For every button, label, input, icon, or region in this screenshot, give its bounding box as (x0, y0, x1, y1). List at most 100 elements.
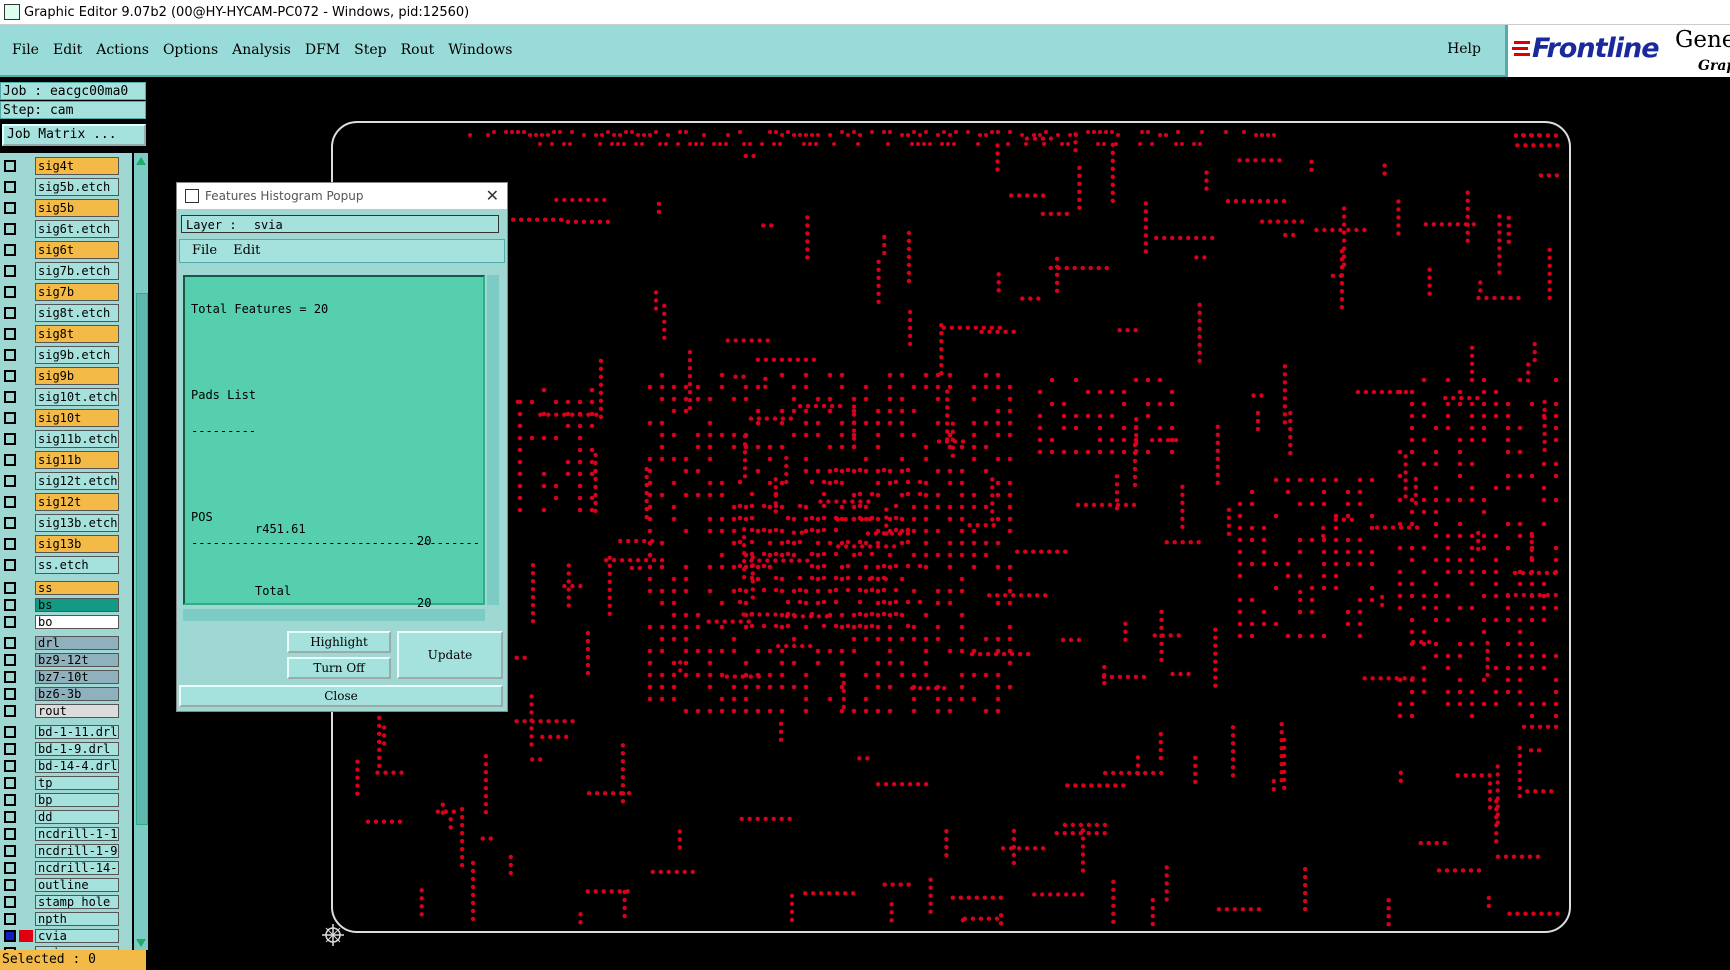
turn-off-button[interactable]: Turn Off (287, 657, 391, 679)
pad (808, 614, 814, 619)
pad (1445, 413, 1451, 419)
pad (950, 895, 955, 900)
pad (1216, 907, 1222, 912)
pad (1545, 592, 1551, 598)
pad (566, 603, 571, 608)
pad (1040, 892, 1045, 897)
pad (1439, 222, 1445, 227)
pad (1459, 395, 1464, 401)
pad (842, 499, 847, 504)
pad (514, 719, 519, 724)
pad (773, 501, 778, 506)
pad (1279, 722, 1284, 727)
pad (773, 485, 778, 490)
pad (989, 325, 994, 330)
pad (1341, 230, 1347, 235)
pad (1529, 547, 1534, 553)
pad (935, 696, 941, 702)
close-icon[interactable]: ✕ (486, 183, 499, 209)
pad (1398, 770, 1404, 775)
pad (677, 829, 682, 834)
pad (570, 583, 575, 589)
pad (1503, 854, 1509, 859)
pad (946, 142, 950, 146)
pad (377, 731, 382, 736)
pad (1297, 501, 1303, 507)
pad (1102, 822, 1108, 828)
pad (1517, 533, 1523, 539)
pad (809, 479, 815, 485)
pad (995, 480, 1001, 486)
pad (1111, 911, 1116, 916)
pad (841, 680, 846, 686)
pad (981, 325, 986, 330)
pad (1413, 484, 1419, 490)
pad (530, 579, 536, 584)
pad (1143, 233, 1149, 238)
pad (510, 130, 514, 134)
pad (695, 396, 701, 402)
pad (907, 325, 913, 331)
pad (760, 142, 764, 146)
pad (517, 471, 523, 477)
pad (1007, 600, 1013, 606)
pad (995, 329, 1000, 334)
pad (839, 540, 845, 546)
pad (653, 306, 659, 311)
popup-menu-file[interactable]: File (192, 243, 217, 258)
pad (1086, 822, 1092, 828)
update-button[interactable]: Update (397, 631, 503, 679)
pad (1158, 731, 1164, 737)
report-vertical-scrollbar[interactable] (487, 275, 499, 605)
pad (1547, 287, 1552, 292)
close-button[interactable]: Close (179, 685, 503, 707)
pad (923, 612, 929, 618)
highlight-button[interactable]: Highlight (287, 631, 391, 653)
pad (1008, 193, 1014, 198)
pad (1457, 641, 1463, 647)
pad (1288, 410, 1293, 416)
pad (593, 492, 598, 498)
pad (792, 133, 796, 137)
pad (678, 130, 682, 134)
pad (1369, 597, 1375, 603)
pad (1341, 262, 1347, 267)
pad (971, 384, 977, 390)
pad (651, 558, 657, 563)
pad (923, 492, 929, 498)
pad (1249, 633, 1255, 639)
pad (755, 420, 761, 426)
pad (1157, 425, 1163, 431)
pad (1068, 133, 1072, 137)
pad (1097, 389, 1103, 395)
pad (875, 660, 881, 666)
pad (1249, 561, 1255, 567)
pad (1141, 674, 1147, 680)
pad (947, 600, 953, 606)
pad (1547, 279, 1552, 284)
pad (1197, 342, 1202, 347)
pad (779, 444, 785, 450)
pad (1469, 545, 1475, 551)
pad (1193, 755, 1198, 760)
pad (983, 636, 989, 642)
pad (881, 563, 887, 569)
pad (1467, 395, 1472, 401)
pad (833, 527, 839, 533)
pad (897, 531, 903, 536)
popup-menu-edit[interactable]: Edit (233, 243, 260, 258)
pad (1333, 477, 1339, 483)
pad (726, 133, 730, 137)
pad (1007, 660, 1013, 666)
pad (1237, 501, 1243, 507)
pad (707, 480, 713, 486)
pad (875, 420, 881, 426)
pad (996, 280, 1001, 285)
pad (996, 288, 1001, 293)
pad (1497, 246, 1502, 251)
report-horizontal-scrollbar[interactable] (183, 609, 485, 621)
pad (1164, 133, 1168, 137)
pad (598, 398, 604, 403)
pad (1297, 537, 1303, 543)
pad (809, 527, 815, 533)
